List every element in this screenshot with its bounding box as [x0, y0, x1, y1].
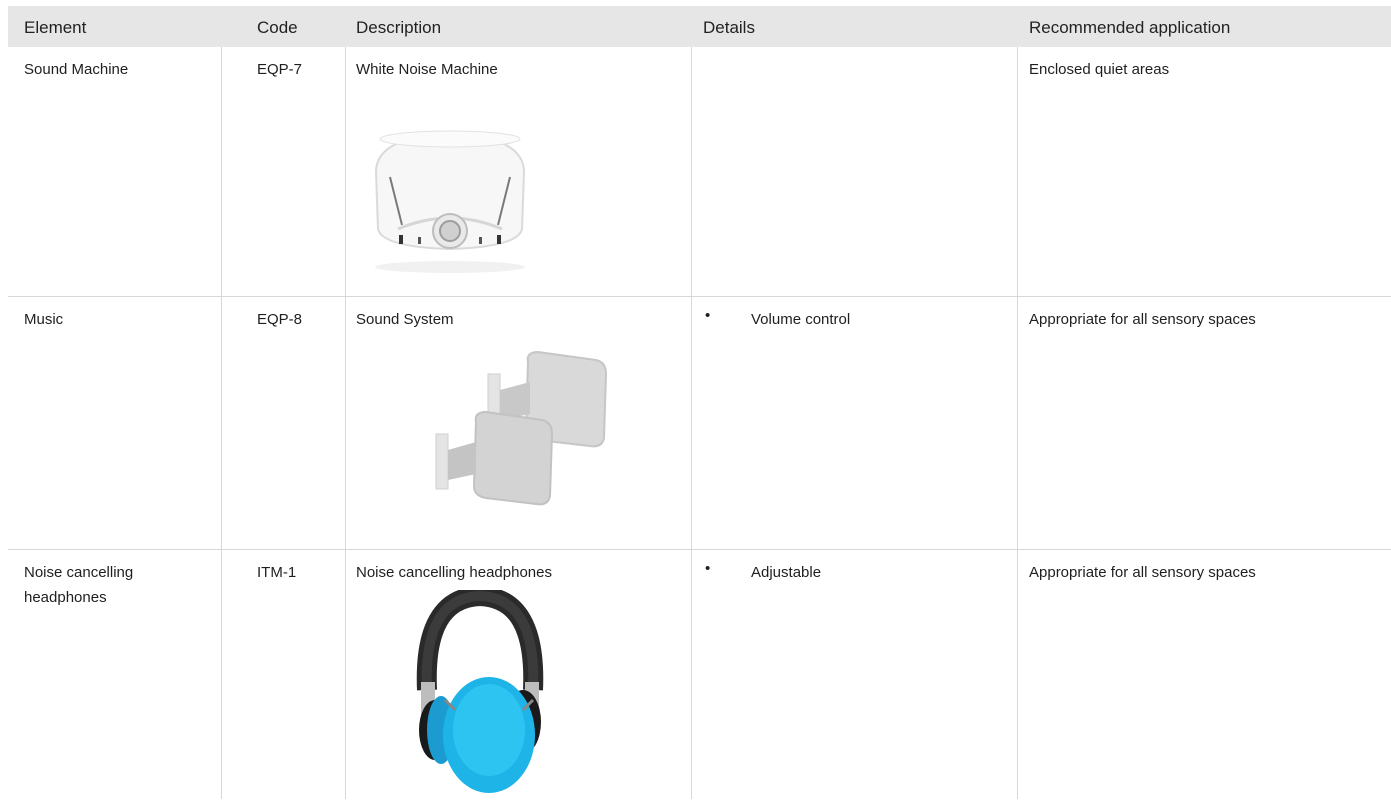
cell-description: White Noise Machine	[356, 61, 498, 78]
header-application: Recommended application	[1029, 18, 1231, 37]
header-details: Details	[703, 18, 755, 37]
cell-details: Adjustable	[751, 564, 822, 581]
white-noise-machine-image	[374, 130, 526, 273]
cell-details: Volume control	[751, 311, 851, 328]
speaker-pair-image	[435, 350, 608, 506]
cell-element: Music	[24, 311, 64, 328]
header-element: Element	[24, 18, 87, 37]
cell-element: Noise cancelling headphones	[24, 564, 134, 606]
details-bullet: •	[705, 560, 711, 577]
cell-element: Sound Machine	[24, 61, 129, 78]
headphones-image	[416, 590, 544, 793]
table-row: Noise cancelling headphones ITM-1 Noise …	[8, 549, 1391, 800]
cell-code: EQP-8	[257, 311, 303, 328]
cell-code: ITM-1	[257, 564, 297, 581]
cell-application: Enclosed quiet areas	[1029, 61, 1170, 78]
header-code: Code	[257, 18, 298, 37]
cell-code: EQP-7	[257, 61, 303, 78]
cell-application: Appropriate for all sensory spaces	[1029, 311, 1256, 328]
table-row: Music EQP-8 Sound System • Volume contro…	[8, 296, 1391, 550]
cell-description: Noise cancelling headphones	[356, 564, 552, 581]
header-description: Description	[356, 18, 442, 37]
table-row: Sound Machine EQP-7 White Noise Machine …	[8, 47, 1391, 296]
table-header: Element Code Description Details Recomme…	[8, 6, 1391, 47]
cell-application: Appropriate for all sensory spaces	[1029, 564, 1256, 581]
details-bullet: •	[705, 307, 711, 324]
cell-description: Sound System	[356, 311, 454, 328]
